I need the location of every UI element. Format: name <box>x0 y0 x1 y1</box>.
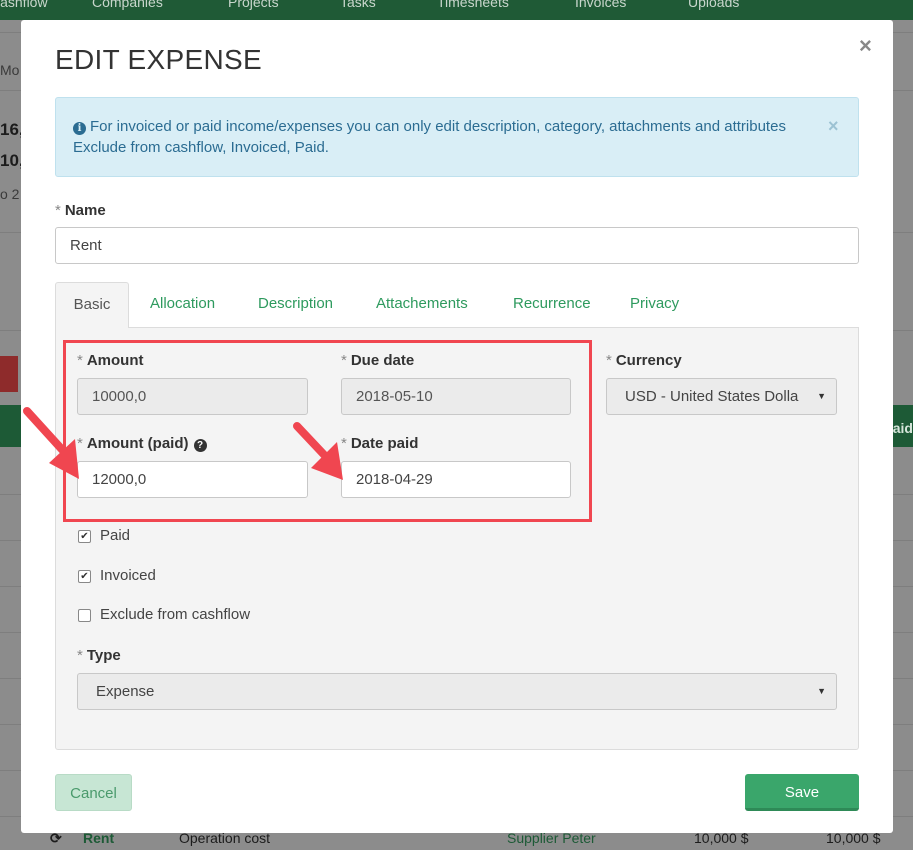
cancel-button[interactable]: Cancel <box>55 774 132 811</box>
modal-title: EDIT EXPENSE <box>55 44 262 75</box>
type-label-text: Type <box>86 647 121 664</box>
currency-select[interactable]: USD - United States Dolla ▼ <box>606 378 837 415</box>
bg-nav-invoices: Invoices <box>575 0 627 10</box>
invoiced-label: Invoiced <box>100 567 156 584</box>
info-alert: i For invoiced or paid income/expenses yo… <box>55 97 859 177</box>
invoiced-checkbox[interactable]: ✔ <box>78 570 91 583</box>
name-label-text: Name <box>64 202 106 219</box>
type-label: * Type <box>77 647 121 664</box>
exclude-cashflow-checkbox[interactable] <box>78 609 91 622</box>
bg-nav-uploads: Uploads <box>688 0 740 10</box>
info-icon: i <box>73 122 86 135</box>
paid-checkbox[interactable]: ✔ <box>78 530 91 543</box>
chevron-down-icon: ▼ <box>817 686 826 696</box>
save-button[interactable]: Save <box>745 774 859 811</box>
alert-text: For invoiced or paid income/expenses you… <box>73 118 786 156</box>
bg-fragment: o 2 <box>0 186 20 202</box>
chevron-down-icon: ▼ <box>817 391 826 401</box>
type-select[interactable]: Expense ▼ <box>77 673 837 710</box>
alert-message: i For invoiced or paid income/expenses yo… <box>73 116 833 158</box>
required-mark: * <box>77 647 83 664</box>
bg-fragment: Mo <box>0 62 20 78</box>
bg-nav-companies: Companies <box>92 0 163 10</box>
tab-basic[interactable]: Basic <box>55 282 129 328</box>
arrow-annotation-date-paid <box>293 422 343 480</box>
tab-description[interactable]: Description <box>258 282 333 328</box>
alert-close-icon[interactable]: × <box>828 116 839 137</box>
required-mark: * <box>55 202 61 219</box>
arrow-annotation-amount-paid <box>23 407 79 479</box>
paid-label: Paid <box>100 527 131 544</box>
bg-red-button <box>0 356 18 392</box>
name-input[interactable]: Rent <box>55 227 859 264</box>
tab-allocation[interactable]: Allocation <box>150 282 215 328</box>
currency-value: USD - United States Dolla <box>625 388 799 405</box>
tab-privacy[interactable]: Privacy <box>630 282 679 328</box>
tab-attachements[interactable]: Attachements <box>376 282 468 328</box>
bg-nav-timesheets: Timesheets <box>437 0 509 10</box>
type-value: Expense <box>96 683 155 700</box>
exclude-cashflow-label: Exclude from cashflow <box>100 606 251 623</box>
currency-label: * Currency <box>606 352 682 369</box>
name-label: * Name <box>55 202 106 219</box>
currency-label-text: Currency <box>615 352 682 369</box>
bg-nav-projects: Projects <box>228 0 279 10</box>
required-mark: * <box>606 352 612 369</box>
close-icon[interactable]: × <box>859 33 872 59</box>
background-navbar: Cashflow Companies Projects Tasks Timesh… <box>0 0 913 20</box>
bg-nav-tasks: Tasks <box>340 0 376 10</box>
edit-expense-modal: × EDIT EXPENSE i For invoiced or paid inc… <box>21 20 893 833</box>
bg-nav-cashflow: Cashflow <box>0 0 48 10</box>
tab-recurrence[interactable]: Recurrence <box>513 282 591 328</box>
